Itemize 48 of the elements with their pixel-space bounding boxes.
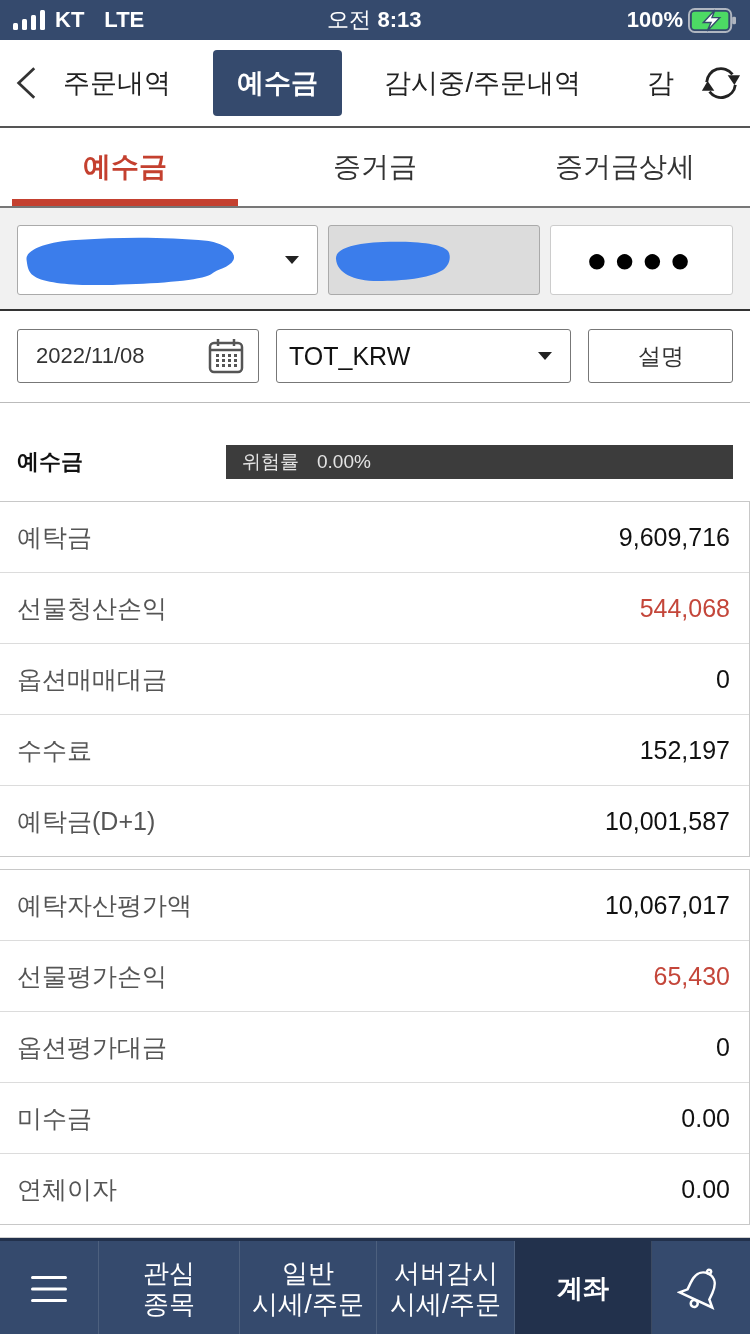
help-button[interactable]: 설명 bbox=[588, 329, 733, 383]
caret-down-icon bbox=[285, 256, 299, 264]
row-value: 0 bbox=[716, 664, 730, 694]
caret-down-icon bbox=[538, 352, 552, 360]
top-tab[interactable]: 감 bbox=[623, 50, 698, 116]
row-label: 옵션매매대금 bbox=[17, 663, 167, 695]
row-label: 수수료 bbox=[17, 734, 92, 766]
account-dropdown[interactable] bbox=[17, 225, 318, 295]
row-value: 544,068 bbox=[639, 593, 730, 623]
nav-tab[interactable]: 계좌 bbox=[515, 1241, 652, 1334]
clock-time: 오전 8:13 bbox=[327, 6, 422, 34]
battery-charging-icon bbox=[688, 7, 736, 33]
nav-tab[interactable]: 관심 종목 bbox=[99, 1241, 240, 1334]
row-label: 미수금 bbox=[17, 1102, 92, 1134]
nav-tab[interactable]: 일반 시세/주문 bbox=[240, 1241, 377, 1334]
row-value: 0 bbox=[716, 1032, 730, 1062]
row-label: 예탁금(D+1) bbox=[17, 805, 156, 837]
row-label: 예탁자산평가액 bbox=[17, 889, 192, 921]
row-label: 연체이자 bbox=[17, 1173, 117, 1205]
top-tab[interactable]: 예수금 bbox=[213, 50, 343, 116]
top-tab[interactable]: 주문내역 bbox=[39, 50, 196, 116]
password-field[interactable]: ●●●● bbox=[550, 225, 733, 295]
signal-icon bbox=[13, 10, 45, 30]
row-value: 152,197 bbox=[639, 735, 730, 765]
row-label: 예탁금 bbox=[17, 521, 92, 553]
risk-label: 위험률 bbox=[242, 450, 299, 474]
row-value: 10,001,587 bbox=[604, 806, 730, 836]
row-value: 65,430 bbox=[653, 961, 730, 991]
row-value: 0.00 bbox=[681, 1174, 730, 1204]
sub-tab[interactable]: 증거금상세 bbox=[512, 128, 738, 206]
top-tab[interactable]: 감시중/주문내역 bbox=[360, 50, 605, 116]
section-title: 예수금 bbox=[17, 448, 84, 476]
row-value: 0.00 bbox=[681, 1103, 730, 1133]
date-field[interactable]: 2022/11/08 bbox=[17, 329, 259, 383]
carrier-name: KT bbox=[55, 7, 85, 33]
row-value: 9,609,716 bbox=[618, 522, 730, 552]
network-type: LTE bbox=[104, 7, 145, 33]
sub-tab[interactable]: 증거금 bbox=[262, 128, 488, 206]
chevron-left-icon bbox=[14, 66, 37, 100]
risk-value: 0.00% bbox=[317, 451, 371, 473]
calendar-icon bbox=[208, 338, 244, 374]
currency-dropdown[interactable]: TOT_KRW bbox=[276, 329, 571, 383]
row-label: 선물평가손익 bbox=[17, 960, 167, 992]
row-value: 10,067,017 bbox=[604, 890, 730, 920]
menu-icon bbox=[31, 1276, 67, 1302]
battery-percent: 100% bbox=[626, 7, 683, 33]
row-label: 옵션평가대금 bbox=[17, 1031, 167, 1063]
row-label: 선물청산손익 bbox=[17, 592, 167, 624]
